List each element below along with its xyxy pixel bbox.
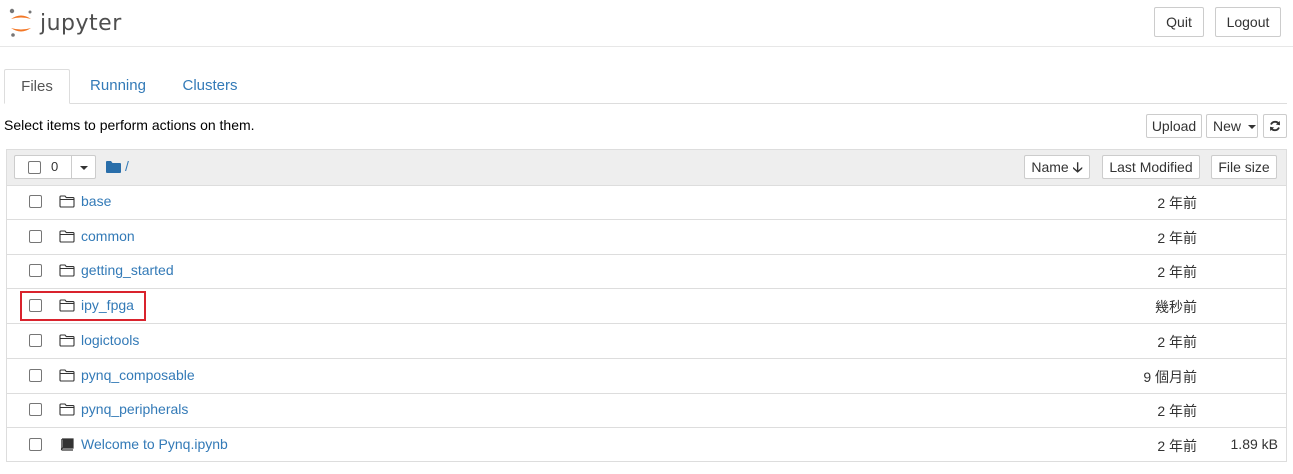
item-file-size: 1.89 kB [1230,435,1278,452]
file-list-header: 0 / Name 🡣 Last Modified File size [7,150,1286,186]
list-item[interactable]: pynq_composable 9 個月前 [7,359,1286,394]
sort-file-size-button[interactable]: File size [1211,155,1277,179]
item-last-modified: 2 年前 [1157,333,1197,350]
caret-down-icon [80,166,88,170]
jupyter-logo[interactable]: jupyter [8,8,122,38]
folder-icon [59,230,75,244]
item-last-modified: 2 年前 [1157,403,1197,420]
item-last-modified: 幾秒前 [1155,299,1197,316]
new-dropdown-button[interactable]: New [1206,114,1258,138]
select-all-checkbox[interactable] [28,161,41,174]
folder-icon [59,299,75,313]
list-item[interactable]: Welcome to Pynq.ipynb 2 年前 1.89 kB [7,428,1286,463]
item-checkbox[interactable] [29,368,42,382]
item-checkbox[interactable] [29,437,42,451]
refresh-icon [1270,120,1280,132]
item-name-link[interactable]: common [81,228,135,244]
sort-name-button[interactable]: Name 🡣 [1024,155,1090,179]
item-checkbox[interactable] [29,403,42,417]
new-button-label: New [1213,118,1242,134]
item-checkbox[interactable] [29,333,42,347]
item-checkbox[interactable] [29,229,42,243]
arrow-down-icon: 🡣 [1072,159,1083,175]
item-last-modified: 9 個月前 [1143,368,1197,385]
list-item[interactable]: getting_started 2 年前 [7,254,1286,290]
tab-files[interactable]: Files [4,69,70,104]
logo-text: jupyter [40,10,122,36]
folder-icon [59,264,75,278]
header: jupyter Quit Logout [0,0,1293,47]
item-name-link[interactable]: base [81,193,111,209]
tab-clusters[interactable]: Clusters [174,69,246,103]
item-name-link[interactable]: logictools [81,332,139,348]
item-last-modified: 2 年前 [1157,264,1197,281]
jupyter-logo-icon [9,8,32,37]
tab-bar: Files Running Clusters [4,69,1287,104]
notebook-icon [59,438,75,452]
list-item[interactable]: base 2 年前 [7,185,1286,220]
caret-down-icon [1247,125,1256,130]
item-checkbox[interactable] [29,299,42,313]
instruction-text: Select items to perform actions on them. [4,117,255,133]
select-all-group: 0 [14,155,96,179]
item-checkbox[interactable] [29,264,42,278]
list-item[interactable]: pynq_peripherals 2 年前 [7,393,1286,429]
folder-icon [59,368,75,383]
quit-button[interactable]: Quit [1154,7,1204,37]
list-item[interactable]: logictools 2 年前 [7,324,1286,359]
sort-name-label: Name [1031,159,1069,175]
item-last-modified: 2 年前 [1157,437,1197,454]
refresh-button[interactable] [1263,114,1287,138]
item-checkbox[interactable] [29,195,42,208]
list-item[interactable]: common 2 年前 [7,220,1286,255]
item-last-modified: 2 年前 [1157,195,1197,211]
logout-button[interactable]: Logout [1215,7,1281,37]
file-list: 0 / Name 🡣 Last Modified File size base … [6,149,1287,462]
folder-icon [59,334,75,348]
item-name-link[interactable]: getting_started [81,262,174,278]
sort-last-modified-button[interactable]: Last Modified [1102,155,1200,179]
selected-count: 0 [51,159,59,174]
upload-button[interactable]: Upload [1146,114,1202,138]
item-name-link[interactable]: ipy_fpga [81,297,134,313]
folder-icon [59,403,75,417]
item-name-link[interactable]: pynq_peripherals [81,401,188,417]
tab-running[interactable]: Running [80,69,156,103]
folder-icon[interactable] [106,161,121,173]
folder-icon [59,195,75,209]
list-item[interactable]: ipy_fpga 幾秒前 [7,289,1286,325]
item-name-link[interactable]: pynq_composable [81,367,195,383]
select-dropdown-toggle[interactable] [71,156,96,178]
item-last-modified: 2 年前 [1157,229,1197,246]
breadcrumb-path[interactable]: / [125,158,129,174]
item-name-link[interactable]: Welcome to Pynq.ipynb [81,436,228,452]
